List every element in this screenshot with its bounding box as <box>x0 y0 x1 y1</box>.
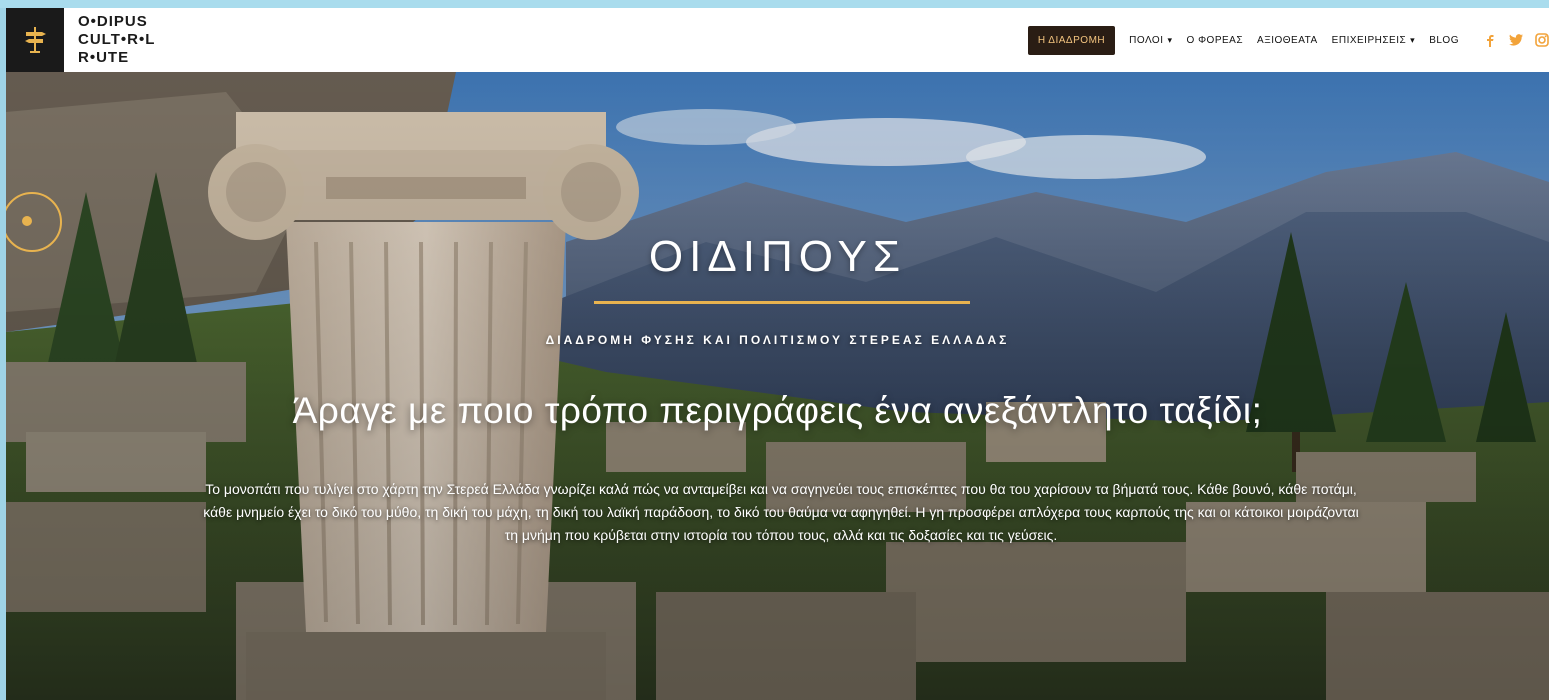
hero-section: ΟΙΔΙΠΟΥΣ ΔΙΑΔΡΟΜΗ ΦΥΣΗΣ ΚΑΙ ΠΟΛΙΤΙΣΜΟΥ Σ… <box>6 72 1549 700</box>
page-frame: O•DIPUS CULT•R•L R•UTE Η ΔΙΑΔΡΟΜΗ ΠΟΛΟΙ … <box>0 0 1549 700</box>
nav-item-label: ΠΟΛΟΙ <box>1129 34 1164 46</box>
nav-item-businesses[interactable]: ΕΠΙΧΕΙΡΗΣΕΙΣ ▾ <box>1332 35 1416 46</box>
logo-line-2: CULT•R•L <box>78 31 156 48</box>
nav-item-label: ΑΞΙΟΘΕΑΤΑ <box>1257 34 1318 46</box>
hero-headline: Άραγε με ποιο τρόπο περιγράφεις ένα ανεξ… <box>292 390 1263 431</box>
hero-paragraph: Το μονοπάτι που τυλίγει στο χάρτη την Στ… <box>203 481 1359 543</box>
social-links <box>1483 33 1549 47</box>
title-divider <box>594 301 970 304</box>
nav-item-label: Ο ΦΟΡΕΑΣ <box>1186 34 1244 46</box>
nav-item-route[interactable]: Η ΔΙΑΔΡΟΜΗ <box>1027 25 1116 55</box>
hero-overlay <box>6 72 1549 700</box>
logo-mark[interactable] <box>6 8 64 72</box>
nav-item-poles[interactable]: ΠΟΛΟΙ ▾ <box>1129 35 1172 46</box>
nav-item-blog[interactable]: BLOG <box>1429 35 1459 46</box>
logo-line-1: O•DIPUS <box>78 13 148 30</box>
main-nav: Η ΔΙΑΔΡΟΜΗ ΠΟΛΟΙ ▾ Ο ΦΟΡΕΑΣ ΑΞΙΟΘΕΑΤΑ ΕΠ… <box>1027 8 1549 72</box>
slider-indicator-dot <box>22 216 32 226</box>
nav-item-organization[interactable]: Ο ΦΟΡΕΑΣ <box>1187 35 1244 46</box>
nav-item-label: ΕΠΙΧΕΙΡΗΣΕΙΣ <box>1331 34 1407 46</box>
signpost-icon <box>25 27 46 53</box>
hero-title: ΟΙΔΙΠΟΥΣ <box>648 232 907 281</box>
site-header: O•DIPUS CULT•R•L R•UTE Η ΔΙΑΔΡΟΜΗ ΠΟΛΟΙ … <box>6 8 1549 72</box>
hero-subtitle: ΔΙΑΔΡΟΜΗ ΦΥΣΗΣ ΚΑΙ ΠΟΛΙΤΙΣΜΟΥ ΣΤΕΡΕΑΣ ΕΛ… <box>545 333 1010 347</box>
top-strip <box>0 0 1549 8</box>
logo-line-3: R•UTE <box>78 49 130 66</box>
chevron-down-icon: ▾ <box>1167 34 1173 45</box>
nav-item-label: BLOG <box>1429 34 1459 46</box>
instagram-icon[interactable] <box>1535 33 1549 47</box>
chevron-down-icon: ▾ <box>1410 34 1416 45</box>
nav-item-label: Η ΔΙΑΔΡΟΜΗ <box>1037 34 1106 46</box>
twitter-icon[interactable] <box>1509 33 1523 47</box>
facebook-icon[interactable] <box>1483 33 1497 47</box>
logo-text[interactable]: O•DIPUS CULT•R•L R•UTE <box>78 13 155 67</box>
nav-item-sights[interactable]: ΑΞΙΟΘΕΑΤΑ <box>1257 35 1318 46</box>
